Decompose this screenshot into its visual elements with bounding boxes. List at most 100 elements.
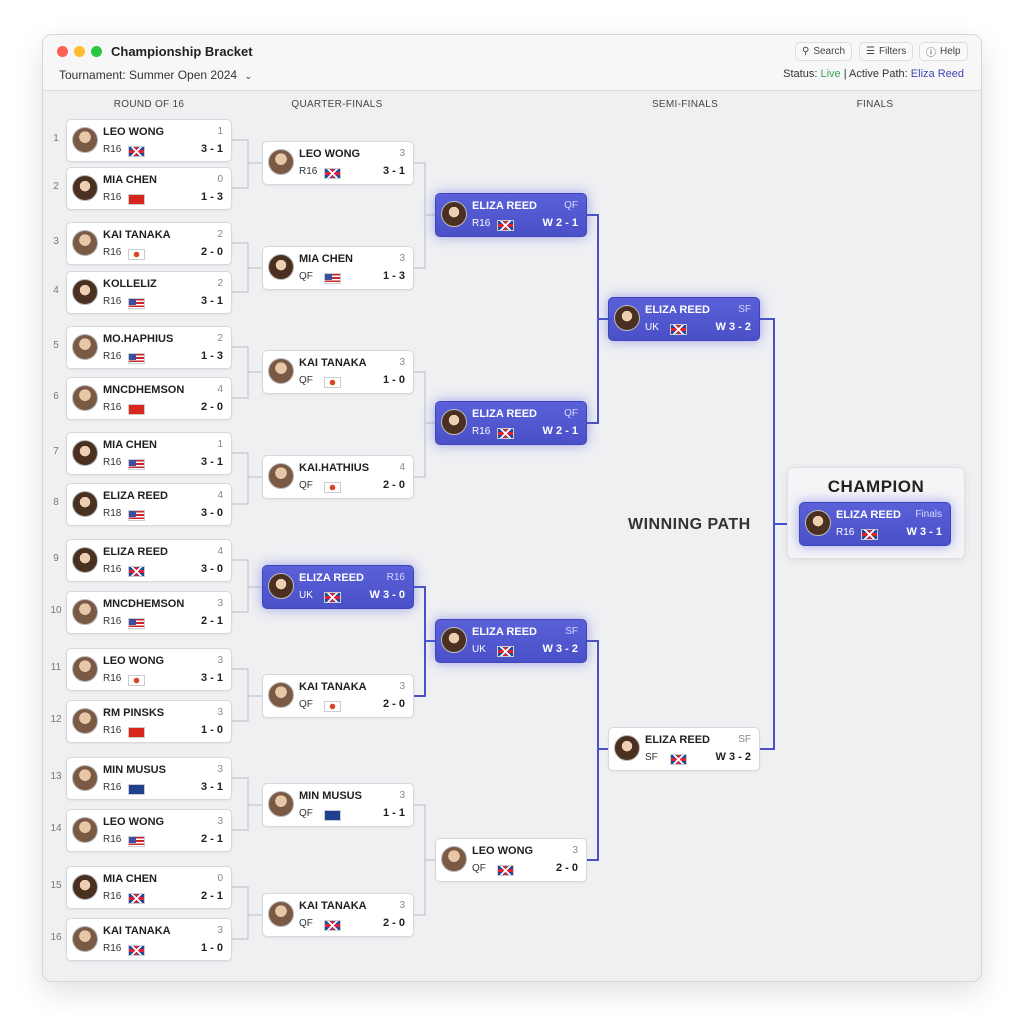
round-label: R16 — [103, 616, 122, 627]
qf-match-card[interactable]: KAI TANAKA 3 QF 2 - 0 — [262, 674, 414, 718]
r16-match-card[interactable]: MIA CHEN 0 R16 2 - 1 — [66, 866, 232, 909]
seed-number: 16 — [50, 932, 62, 943]
seed-number: 4 — [53, 285, 59, 296]
player-avatar — [72, 547, 98, 573]
match-tag: SF — [565, 626, 578, 637]
qf-match-card[interactable]: KAI TANAKA 3 QF 1 - 0 — [262, 350, 414, 394]
champion-card[interactable]: ELIZA REED Finals R16 W 3 - 1 — [799, 502, 951, 546]
r16-match-card[interactable]: KAI TANAKA 3 R16 1 - 0 — [66, 918, 232, 961]
player-name: ELIZA REED — [836, 509, 901, 521]
flag-cn-icon — [128, 194, 145, 205]
r16-match-card[interactable]: MNCDHEMSON 4 R16 2 - 0 — [66, 377, 232, 420]
r16-match-card[interactable]: MIN MUSUS 3 R16 3 - 1 — [66, 757, 232, 800]
round-label: R16 — [472, 218, 491, 229]
r16-match-card[interactable]: LEO WONG 1 R16 3 - 1 — [66, 119, 232, 162]
match-score: 2 - 0 — [382, 698, 405, 710]
player-name: LEO WONG — [472, 845, 534, 857]
player-avatar — [72, 334, 98, 360]
round-label: QF — [299, 808, 313, 819]
match-tag: 3 — [217, 816, 223, 827]
player-avatar — [441, 627, 467, 653]
match-score: 2 - 0 — [200, 246, 223, 258]
flag-uk-icon — [128, 566, 145, 577]
round-label: R16 — [103, 144, 122, 155]
connector-line — [232, 668, 262, 722]
r16-match-card[interactable]: MIA CHEN 1 R16 3 - 1 — [66, 432, 232, 475]
match-tag: 3 — [217, 598, 223, 609]
flag-jp-icon — [324, 701, 341, 712]
connector-line — [414, 586, 435, 697]
player-avatar — [441, 846, 467, 872]
round-label: R18 — [103, 508, 122, 519]
connector-line — [587, 640, 608, 861]
match-tag: 0 — [217, 174, 223, 185]
match-tag: 2 — [217, 333, 223, 344]
connector-line — [414, 162, 435, 269]
player-name: KAI TANAKA — [299, 900, 367, 912]
qf-match-card[interactable]: ELIZA REED R16 UK W 3 - 0 — [262, 565, 414, 609]
flag-uk-icon — [324, 592, 341, 603]
seed-number: 1 — [53, 133, 59, 144]
r16-match-card[interactable]: LEO WONG 3 R16 3 - 1 — [66, 648, 232, 691]
final-match-card[interactable]: ELIZA REED SF UK W 3 - 2 — [608, 297, 760, 341]
r16-match-card[interactable]: ELIZA REED 4 R18 3 - 0 — [66, 483, 232, 526]
match-score: W 3 - 0 — [369, 589, 405, 601]
round-label: UK — [299, 590, 313, 601]
match-score: W 3 - 1 — [906, 526, 942, 538]
player-name: KAI.HATHIUS — [299, 462, 370, 474]
round-label: R16 — [103, 457, 122, 468]
flag-au-icon — [128, 784, 145, 795]
round-label: SF — [645, 752, 658, 763]
r16-match-card[interactable]: LEO WONG 3 R16 2 - 1 — [66, 809, 232, 852]
round-label: R16 — [103, 834, 122, 845]
match-tag: 3 — [399, 148, 405, 159]
player-avatar — [614, 305, 640, 331]
qf-match-card[interactable]: MIN MUSUS 3 QF 1 - 1 — [262, 783, 414, 827]
sf-match-card[interactable]: ELIZA REED QF R16 W 2 - 1 — [435, 401, 587, 445]
r16-match-card[interactable]: KOLLELIZ 2 R16 3 - 1 — [66, 271, 232, 314]
round-label: QF — [299, 480, 313, 491]
round-label: R16 — [103, 891, 122, 902]
match-tag: 2 — [217, 278, 223, 289]
player-avatar — [268, 682, 294, 708]
sf-match-card[interactable]: ELIZA REED QF R16 W 2 - 1 — [435, 193, 587, 237]
round-label: R16 — [103, 402, 122, 413]
r16-match-card[interactable]: MO.HAPHIUS 2 R16 1 - 3 — [66, 326, 232, 369]
match-score: 1 - 3 — [382, 270, 405, 282]
match-tag: 1 — [217, 439, 223, 450]
r16-match-card[interactable]: KAI TANAKA 2 R16 2 - 0 — [66, 222, 232, 265]
qf-match-card[interactable]: MIA CHEN 3 QF 1 - 3 — [262, 246, 414, 290]
r16-match-card[interactable]: RM PINSKS 3 R16 1 - 0 — [66, 700, 232, 743]
player-name: KAI TANAKA — [103, 925, 171, 937]
player-avatar — [268, 149, 294, 175]
player-avatar — [72, 765, 98, 791]
round-label: QF — [299, 918, 313, 929]
seed-number: 6 — [53, 391, 59, 402]
r16-match-card[interactable]: ELIZA REED 4 R16 3 - 0 — [66, 539, 232, 582]
match-score: 2 - 1 — [200, 833, 223, 845]
flag-us-icon — [128, 618, 145, 629]
flag-us-icon — [324, 273, 341, 284]
r16-match-card[interactable]: MNCDHEMSON 3 R16 2 - 1 — [66, 591, 232, 634]
r16-match-card[interactable]: MIA CHEN 0 R16 1 - 3 — [66, 167, 232, 210]
sf-match-card[interactable]: ELIZA REED SF UK W 3 - 2 — [435, 619, 587, 663]
sf-match-card[interactable]: LEO WONG 3 QF 2 - 0 — [435, 838, 587, 882]
qf-match-card[interactable]: LEO WONG 3 R16 3 - 1 — [262, 141, 414, 185]
player-avatar — [268, 573, 294, 599]
round-label: UK — [472, 644, 486, 655]
match-tag: 1 — [217, 126, 223, 137]
flag-uk-icon — [497, 865, 514, 876]
flag-cn-icon — [128, 404, 145, 415]
player-name: MNCDHEMSON — [103, 598, 185, 610]
player-avatar — [72, 175, 98, 201]
connector-line — [414, 804, 435, 916]
qf-match-card[interactable]: KAI TANAKA 3 QF 2 - 0 — [262, 893, 414, 937]
qf-match-card[interactable]: KAI.HATHIUS 4 QF 2 - 0 — [262, 455, 414, 499]
final-match-card[interactable]: ELIZA REED SF SF W 3 - 2 — [608, 727, 760, 771]
player-avatar — [268, 463, 294, 489]
match-score: 3 - 1 — [200, 672, 223, 684]
player-name: LEO WONG — [103, 816, 165, 828]
match-tag: 3 — [217, 764, 223, 775]
match-tag: 4 — [399, 462, 405, 473]
match-score: W 3 - 2 — [715, 751, 751, 763]
